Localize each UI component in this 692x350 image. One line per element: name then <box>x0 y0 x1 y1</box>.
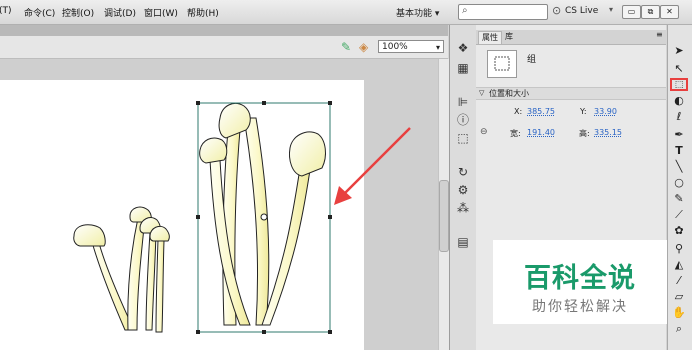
tab-library[interactable]: 库 <box>502 31 516 43</box>
width-label: 宽: <box>510 129 521 138</box>
color-icon[interactable]: ❖ <box>456 41 470 55</box>
info-icon[interactable]: ⓘ <box>456 113 470 127</box>
x-value[interactable]: 385.75 <box>527 107 555 116</box>
swatches-icon[interactable]: ▦ <box>456 61 470 75</box>
height-label: 高: <box>579 129 590 138</box>
align-icon[interactable]: ⊫ <box>456 95 470 109</box>
y-label: Y: <box>580 107 587 116</box>
text-tool-icon[interactable]: T <box>671 144 687 158</box>
brush-tool-icon[interactable]: ⟋ <box>671 208 687 222</box>
zoom-tool-icon[interactable]: ⌕ <box>671 322 687 336</box>
history-icon[interactable]: ▤ <box>456 235 470 249</box>
eyedropper-tool-icon[interactable]: ⁄ <box>671 274 687 288</box>
bone-tool-icon[interactable]: ⚲ <box>671 242 687 256</box>
eraser-tool-icon[interactable]: ▱ <box>671 290 687 304</box>
watermark: 百科全说 助你轻松解决 <box>493 240 667 324</box>
lasso-tool-icon[interactable]: ℓ <box>671 110 687 124</box>
hand-tool-icon[interactable]: ✋ <box>671 306 687 320</box>
panel-menu-icon[interactable]: ≡ <box>656 30 663 39</box>
chevron-down-icon: ▽ <box>479 89 485 97</box>
subselection-tool-icon[interactable]: ↖ <box>671 62 687 76</box>
watermark-title: 百科全说 <box>524 263 636 294</box>
y-value[interactable]: 33.90 <box>594 107 617 116</box>
3d-rotation-tool-icon[interactable]: ◐ <box>671 94 687 108</box>
instance-type-label: 组 <box>527 55 537 65</box>
tab-properties[interactable]: 属性 <box>478 31 502 44</box>
panel-icon-strip: ❖ ▦ ⊫ ⓘ ⬚ ↻ ⚙ ⁂ ▤ <box>449 25 477 350</box>
section-title: 位置和大小 <box>489 89 529 98</box>
line-tool-icon[interactable]: ╲ <box>671 160 687 174</box>
properties-tab-bar: 属性 库 ≡ <box>476 30 666 45</box>
x-label: X: <box>514 107 523 116</box>
annotation-highlight-box <box>670 78 688 91</box>
group-instance-icon <box>487 50 517 78</box>
oval-tool-icon[interactable]: ○ <box>671 176 687 190</box>
motion-presets-icon[interactable]: ↻ <box>456 165 470 179</box>
mushroom-group-small <box>73 206 170 333</box>
pencil-tool-icon[interactable]: ✎ <box>671 192 687 206</box>
pen-tool-icon[interactable]: ✒ <box>671 128 687 142</box>
selection-tool-icon[interactable]: ➤ <box>671 44 687 58</box>
height-value[interactable]: 335.15 <box>594 128 622 137</box>
code-snippets-icon[interactable]: ⁂ <box>456 201 470 215</box>
lock-proportions-icon[interactable]: ⊖ <box>480 127 488 137</box>
paint-bucket-tool-icon[interactable]: ◭ <box>671 258 687 272</box>
section-header-position-size[interactable]: ▽ 位置和大小 <box>476 87 666 100</box>
components-icon[interactable]: ⚙ <box>456 183 470 197</box>
watermark-subtitle: 助你轻松解决 <box>532 299 628 315</box>
width-value[interactable]: 191.40 <box>527 128 555 137</box>
deco-tool-icon[interactable]: ✿ <box>671 224 687 238</box>
transform-icon[interactable]: ⬚ <box>456 131 470 145</box>
